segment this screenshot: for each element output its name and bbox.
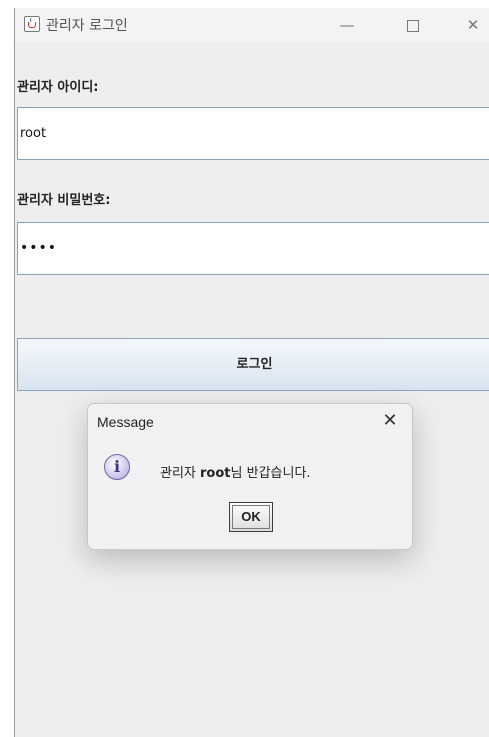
dialog-title: Message bbox=[97, 414, 154, 430]
admin-password-label: 관리자 비밀번호: bbox=[17, 193, 111, 208]
login-window: 관리자 로그인 — ✕ 관리자 아이디: root 관리자 비밀번호: ••••… bbox=[14, 8, 489, 737]
dialog-title-bar: Message ✕ bbox=[88, 404, 412, 438]
java-app-icon bbox=[24, 16, 40, 32]
window-title: 관리자 로그인 bbox=[46, 18, 128, 34]
message-suffix: 님 반갑습니다. bbox=[230, 466, 311, 481]
dialog-message: 관리자 root님 반갑습니다. bbox=[160, 462, 311, 481]
minimize-button[interactable]: — bbox=[327, 12, 367, 38]
ok-button[interactable]: OK bbox=[229, 502, 273, 532]
maximize-button[interactable] bbox=[393, 12, 433, 38]
admin-id-input[interactable]: root bbox=[17, 107, 489, 160]
admin-id-label: 관리자 아이디: bbox=[17, 80, 99, 95]
resize-marker bbox=[0, 126, 3, 156]
login-button[interactable]: 로그인 bbox=[17, 338, 489, 391]
message-user: root bbox=[200, 466, 231, 481]
title-bar: 관리자 로그인 — ✕ bbox=[15, 8, 489, 42]
maximize-icon bbox=[407, 19, 419, 32]
close-button[interactable]: ✕ bbox=[453, 12, 489, 38]
message-prefix: 관리자 bbox=[160, 466, 201, 481]
dialog-close-button[interactable]: ✕ bbox=[378, 409, 402, 433]
message-dialog: Message ✕ i 관리자 root님 반갑습니다. OK bbox=[87, 403, 413, 550]
info-icon: i bbox=[104, 454, 130, 480]
admin-password-input[interactable]: •••• bbox=[17, 222, 489, 275]
